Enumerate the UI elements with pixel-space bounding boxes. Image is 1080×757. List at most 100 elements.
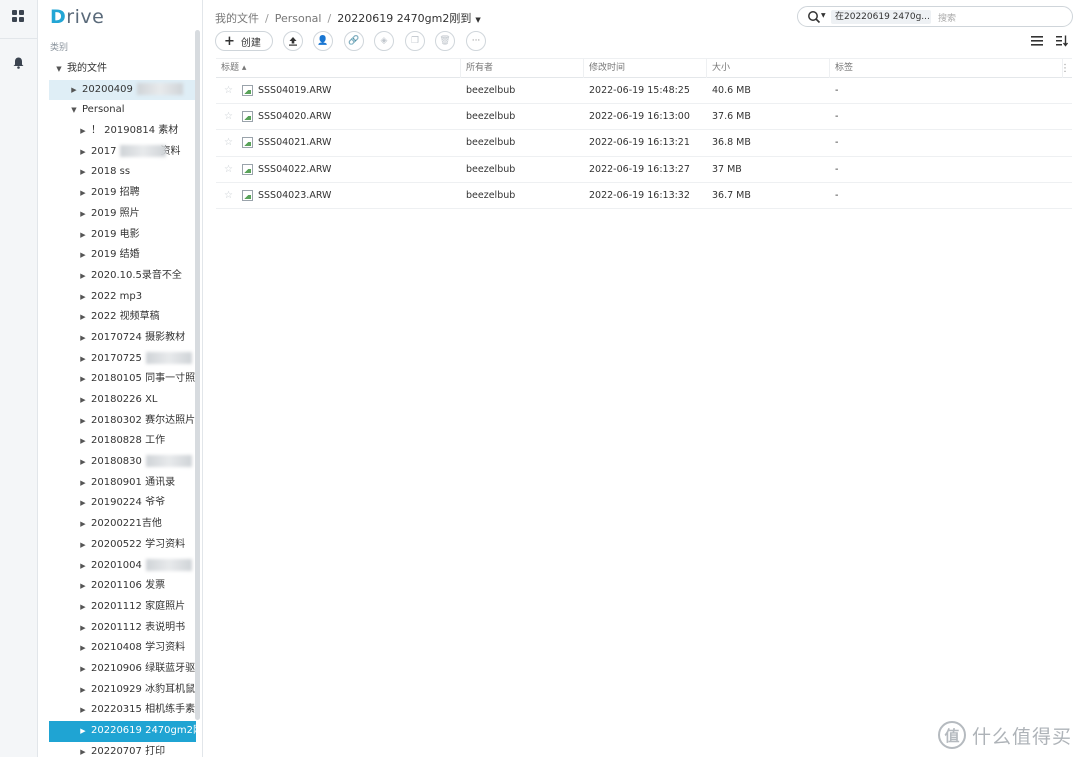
- caret-right-icon[interactable]: ▶: [78, 576, 88, 597]
- caret-right-icon[interactable]: ▶: [78, 411, 88, 432]
- breadcrumb-my-files[interactable]: 我的文件: [215, 12, 259, 25]
- sidebar-folder-item[interactable]: ▶ 20180901 通讯录: [38, 473, 196, 494]
- sidebar-folder-item[interactable]: ▶ 20180105 同事一寸照: [38, 369, 196, 390]
- breadcrumb-current-folder[interactable]: 20220619 2470gm2刚到: [337, 12, 471, 25]
- search-scope-chip[interactable]: 在20220619 2470g...: [831, 10, 931, 24]
- star-icon[interactable]: ☆: [224, 138, 234, 148]
- sidebar-folder-item[interactable]: ▶ 20210408 学习资料: [38, 638, 196, 659]
- sidebar-folder-item[interactable]: ▶ 20200221吉他: [38, 514, 196, 535]
- sidebar-folder-item[interactable]: ▶ 20170725: [38, 349, 196, 370]
- sidebar-folder-item[interactable]: ▶！ 20190814 素材: [38, 121, 196, 142]
- file-name-cell[interactable]: SSS04022.ARW: [258, 157, 331, 183]
- sidebar-folder-item[interactable]: ▶ 20201004: [38, 556, 196, 577]
- caret-right-icon[interactable]: ▶: [78, 225, 88, 246]
- sidebar-folder-item[interactable]: ▶ 20201112 家庭照片: [38, 597, 196, 618]
- caret-right-icon[interactable]: ▶: [78, 431, 88, 452]
- caret-right-icon[interactable]: ▶: [78, 245, 88, 266]
- caret-right-icon[interactable]: ▶: [78, 121, 88, 142]
- caret-right-icon[interactable]: ▶: [78, 535, 88, 556]
- sidebar-folder-item[interactable]: ▶ 20190224 爷爷: [38, 493, 196, 514]
- caret-right-icon[interactable]: ▶: [78, 349, 88, 370]
- sidebar-folder-item[interactable]: ▼ Personal: [38, 100, 196, 121]
- star-icon[interactable]: ☆: [224, 112, 234, 122]
- sidebar-folder-item[interactable]: ▶ 2019 招聘: [38, 183, 196, 204]
- file-name-cell[interactable]: SSS04020.ARW: [258, 104, 331, 130]
- sidebar-folder-item[interactable]: ▶ 20201106 发票: [38, 576, 196, 597]
- caret-right-icon[interactable]: ▶: [78, 597, 88, 618]
- caret-right-icon[interactable]: ▶: [78, 369, 88, 390]
- caret-right-icon[interactable]: ▶: [78, 659, 88, 680]
- column-header-owner[interactable]: 所有者: [461, 59, 584, 78]
- sidebar-folder-item[interactable]: ▶ 20180830: [38, 452, 196, 473]
- caret-right-icon[interactable]: ▶: [78, 390, 88, 411]
- caret-right-icon[interactable]: ▶: [78, 473, 88, 494]
- caret-right-icon[interactable]: ▶: [78, 514, 88, 535]
- breadcrumb-personal[interactable]: Personal: [275, 12, 322, 25]
- sidebar-folder-item[interactable]: ▶ 2019 照片: [38, 204, 196, 225]
- caret-down-icon[interactable]: ▼: [54, 59, 64, 80]
- column-header-size[interactable]: 大小: [707, 59, 830, 78]
- caret-down-icon[interactable]: ▼: [69, 100, 79, 121]
- table-row[interactable]: ☆ SSS04022.ARW beezelbub 2022-06-19 16:13:2…: [216, 157, 1072, 183]
- caret-right-icon[interactable]: ▶: [78, 266, 88, 287]
- sidebar-folder-item[interactable]: ▶ 2019 结婚: [38, 245, 196, 266]
- sidebar-folder-item[interactable]: ▶ 20210929 冰豹耳机鼠标: [38, 680, 196, 701]
- star-icon[interactable]: ☆: [224, 86, 234, 96]
- sort-icon[interactable]: [1055, 35, 1069, 47]
- chevron-down-icon[interactable]: ▼: [475, 16, 480, 24]
- sidebar-folder-item[interactable]: ▶20220619 2470gm2刚到: [49, 721, 196, 742]
- caret-right-icon[interactable]: ▶: [69, 80, 79, 101]
- sidebar-folder-item[interactable]: ▶ 2017 资料: [38, 142, 196, 163]
- table-row[interactable]: ☆ SSS04023.ARW beezelbub 2022-06-19 16:13:3…: [216, 183, 1072, 209]
- file-name-cell[interactable]: SSS04019.ARW: [258, 78, 331, 104]
- caret-right-icon[interactable]: ▶: [78, 183, 88, 204]
- sidebar-folder-item[interactable]: ▶ 20220707 打印: [38, 742, 196, 757]
- caret-right-icon[interactable]: ▶: [78, 162, 88, 183]
- sidebar-folder-item[interactable]: ▶ 20201112 表说明书: [38, 618, 196, 639]
- caret-right-icon[interactable]: ▶: [78, 638, 88, 659]
- column-options-icon[interactable]: ⋮: [1060, 59, 1070, 78]
- caret-right-icon[interactable]: ▶: [78, 142, 88, 163]
- sidebar-folder-item[interactable]: ▶ 20210906 绿联蓝牙驱动: [38, 659, 196, 680]
- share-button[interactable]: 👤: [313, 31, 333, 51]
- apps-grid-icon[interactable]: [10, 8, 26, 24]
- sidebar-folder-item[interactable]: ▶ 20200522 学习资料: [38, 535, 196, 556]
- caret-right-icon[interactable]: ▶: [78, 721, 88, 742]
- caret-right-icon[interactable]: ▶: [78, 307, 88, 328]
- star-icon[interactable]: ☆: [224, 164, 234, 175]
- copy-button[interactable]: ❐: [405, 31, 425, 51]
- caret-right-icon[interactable]: ▶: [78, 204, 88, 225]
- sidebar-folder-item[interactable]: ▶ 20220315 相机练手素材: [38, 700, 196, 721]
- file-name-cell[interactable]: SSS04021.ARW: [258, 130, 331, 156]
- column-header-modified[interactable]: 修改时间: [584, 59, 707, 78]
- sidebar-folder-item[interactable]: ▶ 20180302 赛尔达照片: [38, 411, 196, 432]
- search-input[interactable]: 搜索: [938, 11, 956, 24]
- sidebar-folder-item[interactable]: ▶ 2018 ss: [38, 162, 196, 183]
- table-row[interactable]: ☆ SSS04021.ARW beezelbub 2022-06-19 16:13:2…: [216, 130, 1072, 157]
- column-header-title[interactable]: 标题 ▴: [216, 59, 461, 78]
- table-row[interactable]: ☆ SSS04020.ARW beezelbub 2022-06-19 16:13:0…: [216, 104, 1072, 131]
- delete-button[interactable]: 🗑: [435, 31, 455, 51]
- sidebar-folder-item[interactable]: ▶ 20170724 摄影教材: [38, 328, 196, 349]
- caret-right-icon[interactable]: ▶: [78, 493, 88, 514]
- caret-right-icon[interactable]: ▶: [78, 618, 88, 639]
- sidebar-folder-item[interactable]: ▶ 2022 视频草稿: [38, 307, 196, 328]
- caret-right-icon[interactable]: ▶: [78, 287, 88, 308]
- sidebar-scrollbar[interactable]: [195, 30, 200, 720]
- label-button[interactable]: ◈: [374, 31, 394, 51]
- file-name-cell[interactable]: SSS04023.ARW: [258, 183, 331, 209]
- sidebar-folder-item[interactable]: ▶ 2022 mp3: [38, 287, 196, 308]
- list-view-icon[interactable]: [1030, 35, 1044, 47]
- caret-right-icon[interactable]: ▶: [78, 328, 88, 349]
- caret-right-icon[interactable]: ▶: [78, 556, 88, 577]
- caret-right-icon[interactable]: ▶: [78, 452, 88, 473]
- create-button[interactable]: + 创建: [215, 31, 273, 51]
- caret-right-icon[interactable]: ▶: [78, 680, 88, 701]
- sidebar-folder-item[interactable]: ▶ 20180828 工作: [38, 431, 196, 452]
- column-header-tags[interactable]: 标签: [830, 59, 1063, 78]
- caret-right-icon[interactable]: ▶: [78, 700, 88, 721]
- sidebar-folder-item[interactable]: ▶ 20180226 XL: [38, 390, 196, 411]
- sidebar-folder-item[interactable]: ▶ 2020.10.5录音不全: [38, 266, 196, 287]
- table-row[interactable]: ☆ SSS04019.ARW beezelbub 2022-06-19 15:48:2…: [216, 78, 1072, 105]
- notification-bell-icon[interactable]: [10, 55, 26, 71]
